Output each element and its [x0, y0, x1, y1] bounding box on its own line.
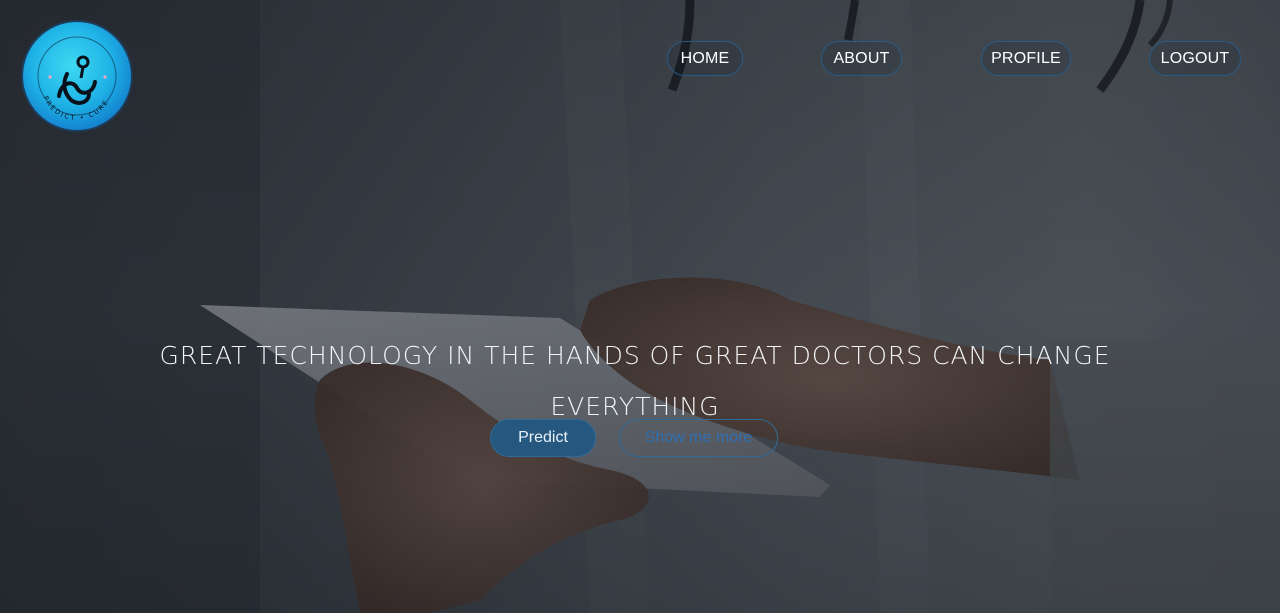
- brand-logo[interactable]: PREDICT • CURE: [23, 22, 131, 130]
- stethoscope-icon: PREDICT • CURE: [37, 36, 117, 122]
- nav-about-button[interactable]: ABOUT: [821, 41, 902, 76]
- hero-section: PREDICT • CURE HOME ABOUT PROFILE LOGOUT…: [0, 0, 1280, 613]
- hero-overlay: [0, 0, 1280, 613]
- nav-logout-button[interactable]: LOGOUT: [1149, 41, 1241, 76]
- main-nav: HOME ABOUT PROFILE LOGOUT: [0, 41, 1280, 76]
- nav-home-button[interactable]: HOME: [667, 41, 743, 76]
- logo-text: PREDICT • CURE: [42, 95, 109, 122]
- nav-profile-button[interactable]: PROFILE: [981, 41, 1071, 76]
- predict-button[interactable]: Predict: [490, 419, 596, 457]
- hero-headline: GREAT TECHNOLOGY IN THE HANDS OF GREAT D…: [159, 340, 1111, 421]
- svg-text:PREDICT • CURE: PREDICT • CURE: [42, 95, 111, 122]
- show-me-more-button[interactable]: Show me more: [619, 419, 778, 457]
